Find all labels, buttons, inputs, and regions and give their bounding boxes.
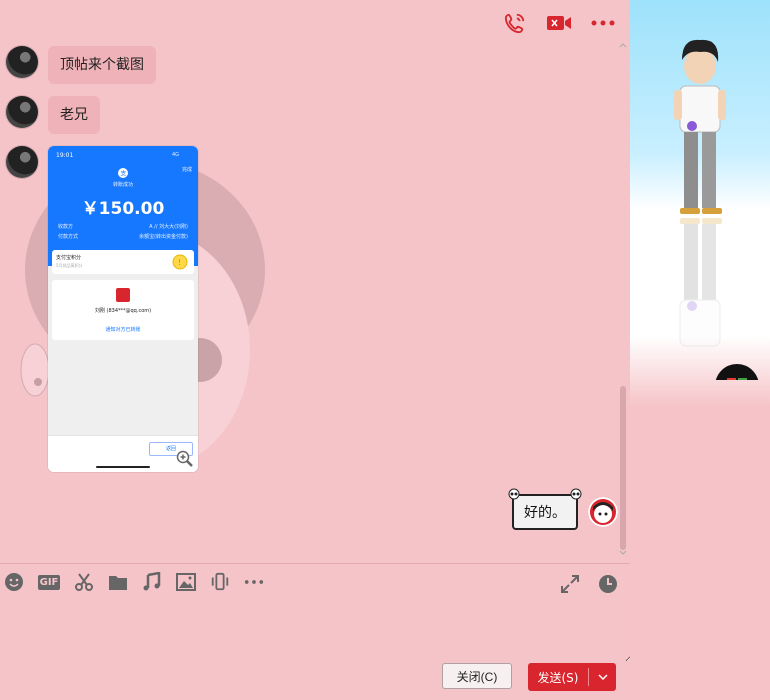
transfer-title: 转账成功 bbox=[112, 182, 133, 188]
panda-ear-icon bbox=[508, 488, 520, 500]
video-camera-icon bbox=[547, 16, 571, 30]
close-button[interactable]: 关闭(C) bbox=[442, 663, 512, 689]
send-button[interactable]: 发送(S) bbox=[528, 663, 616, 691]
image-button[interactable] bbox=[176, 570, 196, 594]
avatar-face-icon bbox=[593, 502, 613, 523]
clock-icon bbox=[599, 575, 617, 593]
input-right-tools bbox=[560, 572, 618, 596]
chat-panel: 顶帖来个截图 老兄 19:01 4G 支 转账成功 完成 ￥150.00 收款方… bbox=[0, 0, 630, 700]
message-bubble[interactable]: 顶帖来个截图 bbox=[48, 46, 156, 84]
points-title: 支付宝积分 bbox=[56, 255, 82, 261]
contact-avatar bbox=[116, 288, 130, 302]
avatar-show-panel bbox=[630, 0, 770, 700]
zoom-in-icon[interactable] bbox=[176, 450, 194, 468]
folder-icon bbox=[109, 576, 127, 590]
voice-call-button[interactable] bbox=[502, 10, 528, 36]
expand-icon bbox=[561, 575, 579, 593]
input-toolbar: GIF bbox=[4, 570, 264, 594]
points-subtitle: 5月领品莫积分 bbox=[56, 263, 83, 268]
file-button[interactable] bbox=[108, 570, 128, 594]
badge-icon bbox=[715, 364, 759, 380]
message-incoming: 老兄 bbox=[6, 96, 100, 134]
phone-shake-icon bbox=[211, 572, 229, 591]
character-body bbox=[674, 39, 726, 214]
svg-text:支: 支 bbox=[120, 170, 126, 178]
gif-button[interactable]: GIF bbox=[37, 570, 61, 594]
history-button[interactable] bbox=[598, 572, 618, 596]
own-message-text: 好的。 bbox=[524, 505, 566, 521]
toolbar-more-button[interactable] bbox=[244, 570, 264, 594]
svg-text:!: ! bbox=[178, 258, 181, 267]
panda-ear-icon bbox=[570, 488, 582, 500]
picture-icon bbox=[176, 573, 196, 591]
expand-button[interactable] bbox=[560, 572, 580, 596]
contact-name: 刘刚 (834***@qq.com) bbox=[94, 308, 152, 314]
send-options-button[interactable] bbox=[589, 674, 616, 680]
screenshot-cut-button[interactable] bbox=[74, 570, 94, 594]
payee-label: 收款方 bbox=[58, 224, 74, 230]
input-divider bbox=[0, 563, 630, 564]
screenshot-image[interactable]: 19:01 4G 支 转账成功 完成 ￥150.00 收款方 A // 刘大大(… bbox=[48, 146, 198, 472]
method-label: 付款方式 bbox=[58, 234, 79, 240]
message-outgoing: 好的。 bbox=[508, 488, 618, 530]
more-options-button[interactable] bbox=[590, 10, 616, 36]
emoji-button[interactable] bbox=[4, 570, 24, 594]
message-incoming: 顶帖来个截图 bbox=[6, 46, 156, 84]
avatar[interactable] bbox=[6, 46, 38, 78]
coin-icon: ! bbox=[172, 254, 188, 270]
scissors-icon bbox=[75, 573, 93, 591]
more-dots-icon bbox=[244, 580, 264, 584]
notify-link: 通知对方已转账 bbox=[105, 327, 141, 333]
video-call-button[interactable] bbox=[546, 10, 572, 36]
points-card: 支付宝积分 5月领品莫积分 ! bbox=[52, 250, 194, 274]
phone-icon bbox=[504, 13, 525, 34]
more-dots-icon bbox=[591, 20, 615, 26]
chat-top-bar bbox=[502, 10, 616, 36]
payee-value: A // 刘大大(刘刚) bbox=[149, 224, 188, 230]
method-value: 余额宝(转出资金付款) bbox=[139, 234, 188, 240]
character-reflection bbox=[679, 218, 722, 347]
character-figure bbox=[674, 39, 759, 380]
screenshot-header: 19:01 4G 支 转账成功 完成 ￥150.00 收款方 A // 刘大大(… bbox=[48, 146, 198, 266]
avatar[interactable] bbox=[6, 96, 38, 128]
transfer-amount: ￥150.00 bbox=[81, 199, 165, 219]
smiley-icon bbox=[5, 573, 23, 591]
own-avatar[interactable] bbox=[588, 497, 618, 527]
home-indicator bbox=[96, 466, 150, 468]
done-link: 完成 bbox=[181, 167, 192, 173]
shake-button[interactable] bbox=[210, 570, 230, 594]
message-input[interactable] bbox=[0, 600, 630, 662]
send-button-label[interactable]: 发送(S) bbox=[528, 669, 588, 686]
message-incoming-image: 19:01 4G 支 转账成功 完成 ￥150.00 收款方 A // 刘大大(… bbox=[6, 146, 198, 472]
scrollbar-thumb[interactable] bbox=[620, 386, 626, 550]
music-note-icon bbox=[143, 572, 161, 591]
contact-card: 刘刚 (834***@qq.com) 通知对方已转账 bbox=[52, 280, 194, 340]
alipay-logo-icon: 支 bbox=[118, 168, 128, 178]
music-button[interactable] bbox=[142, 570, 162, 594]
own-message-bubble[interactable]: 好的。 bbox=[508, 488, 582, 530]
chevron-down-icon bbox=[597, 674, 608, 680]
avatar[interactable] bbox=[6, 146, 38, 178]
status-signal: 4G bbox=[172, 152, 180, 158]
status-time: 19:01 bbox=[56, 152, 74, 159]
message-bubble[interactable]: 老兄 bbox=[48, 96, 100, 134]
gif-icon: GIF bbox=[37, 574, 61, 590]
